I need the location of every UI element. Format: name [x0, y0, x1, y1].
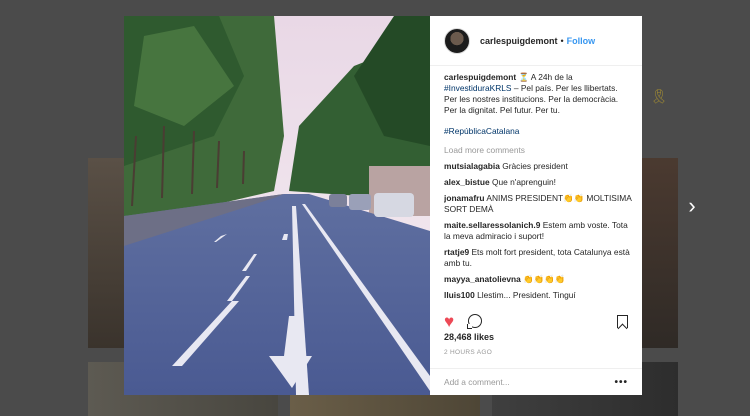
- comment-item: lluis100 Llestim... President. Tinguí: [444, 290, 632, 301]
- post-caption: carlespuigdemont ⏳ A 24h de la #Investid…: [444, 72, 632, 116]
- post-header: carlespuigdemont • Follow: [430, 16, 642, 66]
- post-timestamp: 2 HOURS AGO: [444, 349, 493, 356]
- avatar[interactable]: [444, 27, 470, 54]
- comment-item: mayya_anatolievna 👏👏👏👏: [444, 274, 632, 285]
- heart-icon[interactable]: ♥: [444, 313, 454, 330]
- caption-hashtag[interactable]: #InvestiduraKRLS: [444, 83, 512, 93]
- comment-text: Gràcies president: [502, 161, 568, 171]
- comment-text: 👏👏👏👏: [523, 274, 565, 284]
- comment-item: jonamafru ANIMS PRESIDENT👏👏 MOLTISIMA SO…: [444, 193, 632, 215]
- separator-dot: •: [560, 35, 564, 46]
- comment-username[interactable]: jonamafru: [444, 193, 485, 203]
- post-actions: ♥: [444, 310, 628, 332]
- add-comment-bar: •••: [430, 368, 642, 395]
- next-post-chevron-right-icon[interactable]: ›: [681, 193, 703, 219]
- hashtag-link[interactable]: #RepúblicaCatalana: [444, 126, 632, 137]
- post-photo: [124, 16, 430, 395]
- post-author-username[interactable]: carlespuigdemont: [480, 36, 558, 46]
- comment-username[interactable]: mayya_anatolievna: [444, 274, 521, 284]
- comment-username[interactable]: rtatje9: [444, 247, 469, 257]
- comment-text: Llestim... President. Tinguí: [477, 290, 576, 300]
- post-modal: carlespuigdemont • Follow carlespuigdemo…: [124, 16, 642, 395]
- feed-thumbnail[interactable]: [88, 158, 124, 348]
- comment-text: Ets molt fort president, tota Catalunya …: [444, 247, 630, 268]
- comment-username[interactable]: lluis100: [444, 290, 475, 300]
- comment-item: maite.sellaressolanich.9 Estem amb voste…: [444, 220, 632, 242]
- comment-text: Que n'aprenguin!: [491, 177, 556, 187]
- comment-item: mutsialagabia Gràcies president: [444, 161, 632, 172]
- bookmark-icon[interactable]: [617, 314, 628, 328]
- more-options-icon[interactable]: •••: [614, 377, 628, 388]
- load-more-comments-button[interactable]: Load more comments: [444, 145, 632, 156]
- comment-username[interactable]: alex_bistue: [444, 177, 490, 187]
- comment-username[interactable]: maite.sellaressolanich.9: [444, 220, 540, 230]
- hourglass-icon: ⏳: [518, 72, 529, 82]
- caption-username[interactable]: carlespuigdemont: [444, 72, 516, 82]
- like-count[interactable]: 28,468 likes: [444, 332, 494, 342]
- caption-text: A 24h de la: [530, 72, 573, 82]
- comment-username[interactable]: mutsialagabia: [444, 161, 500, 171]
- comment-item: alex_bistue Que n'aprenguin!: [444, 177, 632, 188]
- post-side-panel: carlespuigdemont • Follow carlespuigdemo…: [430, 16, 642, 395]
- comments-section: carlespuigdemont ⏳ A 24h de la #Investid…: [444, 72, 632, 320]
- yellow-ribbon-icon: 🎗: [650, 88, 668, 104]
- feed-thumbnail[interactable]: [642, 158, 678, 348]
- follow-button[interactable]: Follow: [567, 36, 596, 46]
- add-comment-input[interactable]: [444, 377, 615, 387]
- comment-item: rtatje9 Ets molt fort president, tota Ca…: [444, 247, 632, 269]
- comment-icon[interactable]: [467, 314, 483, 329]
